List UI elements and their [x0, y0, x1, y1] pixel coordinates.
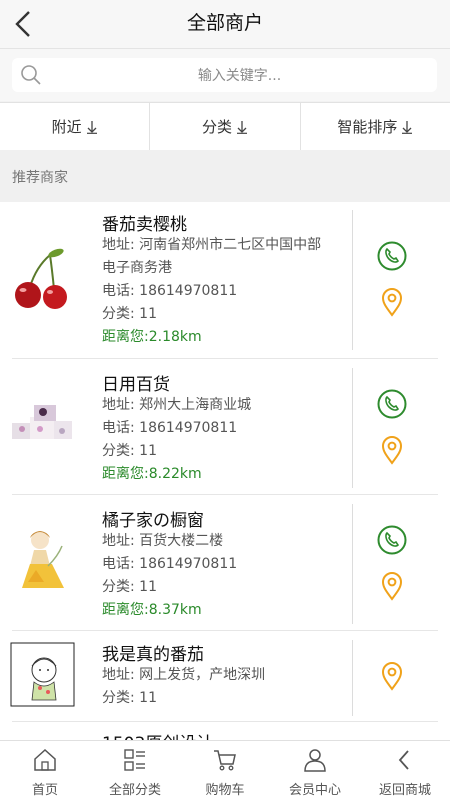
merchant-list: 番茄卖樱桃 地址: 河南省郑州市二七区中国中部 电子商务港 电话: 186149…: [0, 202, 450, 740]
filter-category[interactable]: 分类: [150, 103, 301, 150]
search-icon: [21, 65, 41, 85]
row-separator: [12, 358, 438, 359]
tab-label: 购物车: [205, 783, 245, 798]
merchant-category: 分类: 11: [102, 579, 157, 595]
arrow-down-icon: [86, 120, 97, 134]
merchant-category: 分类: 11: [102, 690, 157, 706]
section-title: 推荐商家: [12, 170, 68, 186]
merchant-item[interactable]: 番茄卖樱桃 地址: 河南省郑州市二七区中国中部 电子商务港 电话: 186149…: [0, 202, 450, 359]
merchant-item[interactable]: 橘子家の橱窗 地址: 百货大楼二楼 电话: 18614970811 分类: 11…: [0, 496, 450, 631]
search-input[interactable]: [52, 58, 427, 94]
tab-label: 首页: [31, 783, 58, 798]
header-bar: 全部商户: [0, 0, 450, 49]
merchant-address: 地址: 郑州大上海商业城: [102, 397, 252, 413]
row-separator: [12, 630, 438, 631]
cart-icon: [214, 750, 236, 771]
back-arrow-icon: [398, 750, 409, 770]
tab-cart[interactable]: 购物车: [180, 741, 270, 801]
filter-nearby[interactable]: 附近: [0, 103, 151, 150]
page-title: 全部商户: [186, 12, 263, 34]
merchant-address-cont: 电子商务港: [102, 260, 172, 276]
merchant-address: 地址: 网上发货，产地深圳: [102, 667, 266, 683]
tab-member-center[interactable]: 会员中心: [270, 741, 360, 801]
filter-label: 分类: [201, 118, 232, 136]
search-box[interactable]: [12, 58, 437, 94]
merchant-distance: 距离您:8.22km: [102, 466, 202, 482]
arrow-down-icon: [402, 120, 413, 134]
girl-illustration-thumbnail: [22, 531, 64, 588]
home-icon: [34, 748, 56, 771]
merchant-item[interactable]: 日用百货 地址: 郑州大上海商业城 电话: 18614970811 分类: 11…: [0, 360, 450, 495]
phone-icon[interactable]: [376, 240, 408, 272]
location-icon[interactable]: [376, 286, 408, 318]
merchant-category: 分类: 11: [102, 306, 157, 322]
merchant-category: 分类: 11: [102, 443, 157, 459]
merchant-address: 地址: 河南省郑州市二七区中国中部: [102, 237, 322, 253]
filter-bar: 附近 分类 智能排序: [0, 102, 450, 151]
tab-label: 全部分类: [108, 783, 161, 798]
tab-home[interactable]: 首页: [0, 741, 90, 801]
category-icon: [124, 749, 145, 771]
tab-back-to-mall[interactable]: 返回商城: [360, 741, 450, 801]
cherry-thumbnail: [10, 733, 75, 740]
arrow-down-icon: [237, 120, 247, 134]
phone-icon[interactable]: [376, 524, 408, 556]
location-icon[interactable]: [376, 660, 408, 692]
cherry-thumbnail: [15, 248, 67, 309]
merchant-item[interactable]: 我是真的番茄 地址: 网上发货，产地深圳 分类: 11: [0, 632, 450, 722]
merchant-item[interactable]: 1503原创设计: [0, 723, 450, 740]
bottom-tab-bar: 首页 全部分类 购物车 会员中心 返回商城: [0, 740, 450, 801]
row-separator: [12, 494, 438, 495]
tab-label: 返回商城: [378, 783, 431, 798]
filter-label: 附近: [51, 118, 82, 136]
sketch-thumbnail: [10, 642, 75, 707]
row-separator: [12, 721, 438, 722]
merchant-name: 我是真的番茄: [102, 645, 204, 665]
divider: [352, 368, 353, 488]
merchant-distance: 距离您:2.18km: [102, 329, 202, 345]
filter-label: 智能排序: [337, 118, 398, 136]
merchant-phone: 电话: 18614970811: [102, 556, 238, 572]
search-bar: [0, 49, 450, 101]
location-icon[interactable]: [376, 434, 408, 466]
filter-smart-sort[interactable]: 智能排序: [301, 103, 450, 150]
user-icon: [304, 749, 326, 772]
goods-thumbnail: [12, 405, 72, 439]
merchant-distance: 距离您:8.37km: [102, 602, 202, 618]
merchant-name: 日用百货: [102, 375, 170, 395]
merchant-phone: 电话: 18614970811: [102, 283, 238, 299]
merchant-address: 地址: 百货大楼二楼: [102, 533, 224, 549]
divider: [352, 640, 353, 716]
phone-icon[interactable]: [376, 388, 408, 420]
merchant-name: 番茄卖樱桃: [102, 215, 187, 235]
tab-label: 会员中心: [288, 783, 341, 798]
tab-all-categories[interactable]: 全部分类: [90, 741, 180, 801]
divider: [352, 504, 353, 624]
divider: [352, 210, 353, 350]
section-header: 推荐商家: [0, 150, 450, 202]
location-icon[interactable]: [376, 570, 408, 602]
merchant-name: 1503原创设计: [102, 729, 213, 740]
merchant-name: 橘子家の橱窗: [102, 511, 204, 531]
merchant-phone: 电话: 18614970811: [102, 420, 238, 436]
